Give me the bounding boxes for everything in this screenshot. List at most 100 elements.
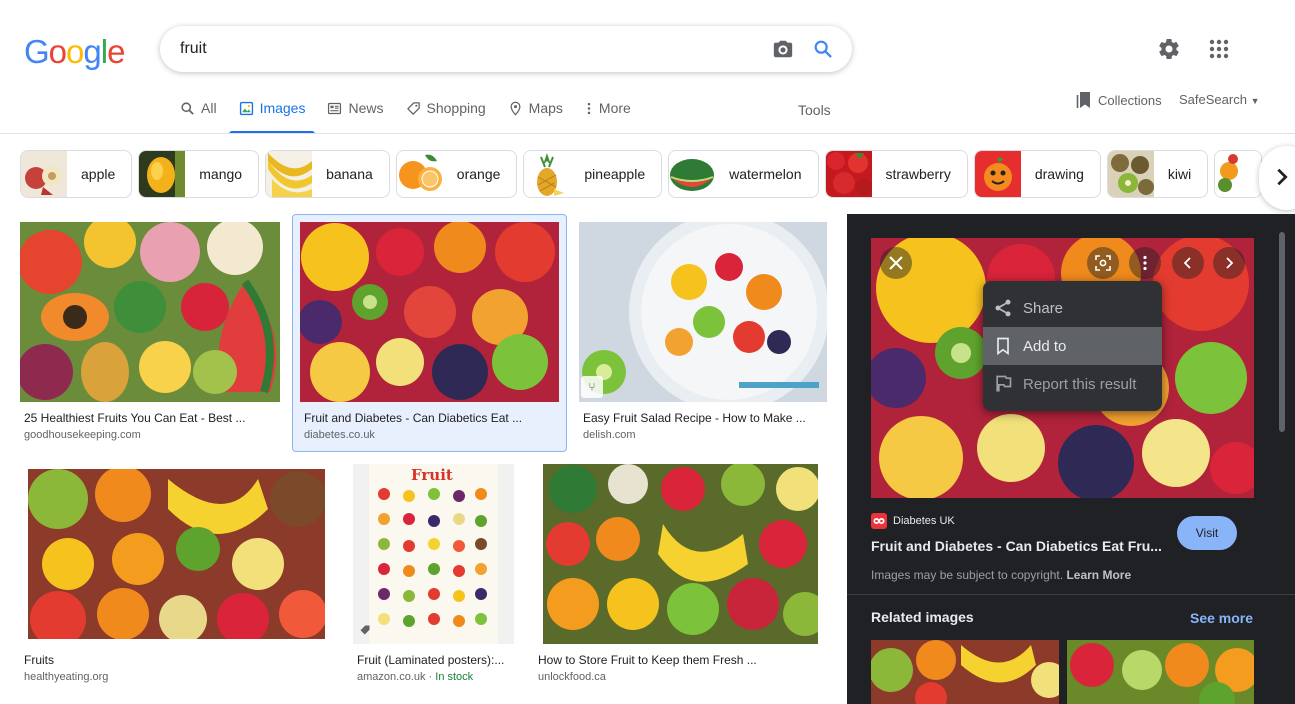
tab-more[interactable]: More bbox=[585, 100, 631, 134]
strawberry-thumbnail bbox=[825, 151, 872, 197]
settings-gear-icon[interactable] bbox=[1157, 37, 1181, 61]
tab-label: Images bbox=[259, 100, 306, 116]
learn-more-link[interactable]: Learn More bbox=[1066, 568, 1131, 582]
chip-kiwi[interactable]: kiwi bbox=[1106, 150, 1209, 198]
close-button[interactable] bbox=[880, 247, 912, 279]
menu-item-label: Report this result bbox=[1023, 375, 1137, 393]
menu-item-label: Share bbox=[1023, 299, 1064, 317]
related-image[interactable] bbox=[871, 640, 1059, 704]
menu-item-label: Add to bbox=[1023, 337, 1067, 355]
tab-maps[interactable]: Maps bbox=[508, 100, 563, 134]
flag-icon bbox=[996, 375, 1012, 392]
result-source: goodhousekeeping.com bbox=[24, 429, 141, 441]
result-image[interactable] bbox=[579, 222, 827, 402]
more-options-menu: Share Add to Report this result bbox=[983, 281, 1162, 411]
kiwi-thumbnail bbox=[1107, 151, 1154, 197]
menu-item-share[interactable]: Share bbox=[983, 289, 1162, 327]
tools-button[interactable]: Tools bbox=[798, 102, 831, 118]
orange-thumbnail bbox=[396, 151, 443, 197]
chip-label: watermelon bbox=[729, 166, 802, 182]
related-image[interactable] bbox=[1067, 640, 1254, 704]
next-button[interactable] bbox=[1213, 247, 1245, 279]
see-more-link[interactable]: See more bbox=[1190, 610, 1253, 626]
search-icon[interactable] bbox=[812, 38, 834, 60]
source-favicon-icon bbox=[871, 513, 887, 529]
result-title[interactable]: Easy Fruit Salad Recipe - How to Make ..… bbox=[583, 411, 823, 425]
result-image[interactable] bbox=[28, 469, 325, 639]
caret-down-icon: ▼ bbox=[1250, 96, 1260, 106]
result-title[interactable]: Fruits bbox=[24, 653, 274, 667]
result-image[interactable] bbox=[543, 464, 818, 644]
chip-pineapple[interactable]: pineapple bbox=[523, 150, 663, 198]
result-title[interactable]: 25 Healthiest Fruits You Can Eat - Best … bbox=[24, 411, 274, 425]
utensils-icon: ⑂ bbox=[588, 380, 596, 394]
more-vert-icon bbox=[587, 102, 591, 115]
collections-link[interactable]: Collections bbox=[1076, 91, 1162, 109]
menu-item-report[interactable]: Report this result bbox=[983, 365, 1162, 403]
chip-label: drawing bbox=[1034, 166, 1084, 182]
map-pin-icon bbox=[510, 101, 521, 116]
apps-grid-icon[interactable] bbox=[1207, 37, 1231, 61]
chip-label: kiwi bbox=[1167, 166, 1192, 182]
camera-icon[interactable] bbox=[772, 38, 794, 60]
related-images-heading: Related images bbox=[871, 609, 974, 625]
tab-all[interactable]: All bbox=[180, 100, 217, 134]
menu-item-add-to[interactable]: Add to bbox=[983, 327, 1162, 365]
chevron-right-icon bbox=[1277, 168, 1288, 186]
stock-status: In stock bbox=[435, 671, 474, 683]
google-logo[interactable]: Google bbox=[24, 33, 125, 71]
tab-images[interactable]: Images bbox=[228, 100, 316, 134]
lens-icon bbox=[1095, 255, 1111, 271]
chip-drawing[interactable]: drawing bbox=[973, 150, 1101, 198]
poster-heading: Fruit bbox=[411, 466, 453, 484]
tab-label: More bbox=[598, 100, 631, 116]
tab-news[interactable]: News bbox=[327, 100, 384, 134]
result-image[interactable] bbox=[369, 464, 498, 644]
chip-label: mango bbox=[199, 166, 243, 182]
chip-orange[interactable]: orange bbox=[395, 150, 518, 198]
watermelon-thumbnail bbox=[669, 151, 716, 197]
safesearch-dropdown[interactable]: SafeSearch ▼ bbox=[1179, 92, 1259, 107]
chip-label: orange bbox=[456, 166, 501, 182]
result-title[interactable]: Fruit (Laminated posters):... bbox=[357, 653, 512, 667]
result-title[interactable]: How to Store Fruit to Keep them Fresh ..… bbox=[538, 653, 808, 667]
chip-watermelon[interactable]: watermelon bbox=[668, 150, 819, 198]
chip-strawberry[interactable]: strawberry bbox=[824, 150, 968, 198]
preview-title[interactable]: Fruit and Diabetes - Can Diabetics Eat F… bbox=[871, 538, 1167, 554]
preview-source[interactable]: Diabetes UK bbox=[871, 513, 955, 529]
bookmark-stack-icon bbox=[1076, 92, 1090, 108]
search-tabs: All Images News Shopping Maps More bbox=[180, 100, 653, 134]
chip-apple[interactable]: apple bbox=[20, 150, 133, 198]
tab-shopping[interactable]: Shopping bbox=[406, 100, 486, 134]
result-image[interactable] bbox=[300, 222, 559, 402]
more-options-button[interactable] bbox=[1129, 247, 1161, 279]
result-source: delish.com bbox=[583, 429, 636, 441]
recipe-badge: ⑂ bbox=[581, 376, 603, 398]
previous-button[interactable] bbox=[1172, 247, 1204, 279]
tag-icon bbox=[360, 625, 370, 635]
related-search-chips: apple mango banana orange pineapple wate… bbox=[20, 150, 1263, 198]
google-images-page: Google All Images News Shopping Maps bbox=[0, 0, 1295, 704]
chip-partial[interactable] bbox=[1214, 150, 1263, 198]
close-icon bbox=[889, 256, 903, 270]
chips-next-button[interactable] bbox=[1259, 146, 1295, 210]
search-input[interactable] bbox=[180, 38, 740, 60]
collections-label: Collections bbox=[1098, 92, 1162, 108]
tab-label: All bbox=[201, 100, 217, 116]
header-divider bbox=[0, 133, 1295, 134]
image-icon bbox=[239, 101, 253, 116]
chip-label: strawberry bbox=[885, 166, 951, 182]
chip-label: pineapple bbox=[584, 166, 646, 182]
chip-label: banana bbox=[326, 166, 373, 182]
panel-scrollbar[interactable] bbox=[1279, 232, 1285, 432]
mango-thumbnail bbox=[139, 151, 186, 197]
result-title[interactable]: Fruit and Diabetes - Can Diabetics Eat .… bbox=[304, 411, 554, 425]
copyright-notice: Images may be subject to copyright. Lear… bbox=[871, 568, 1131, 582]
result-image[interactable] bbox=[20, 222, 280, 402]
tab-label: Shopping bbox=[426, 100, 486, 116]
chip-banana[interactable]: banana bbox=[265, 150, 390, 198]
lens-button[interactable] bbox=[1087, 247, 1119, 279]
visit-button[interactable]: Visit bbox=[1177, 516, 1237, 550]
banana-thumbnail bbox=[266, 151, 313, 197]
chip-mango[interactable]: mango bbox=[138, 150, 260, 198]
